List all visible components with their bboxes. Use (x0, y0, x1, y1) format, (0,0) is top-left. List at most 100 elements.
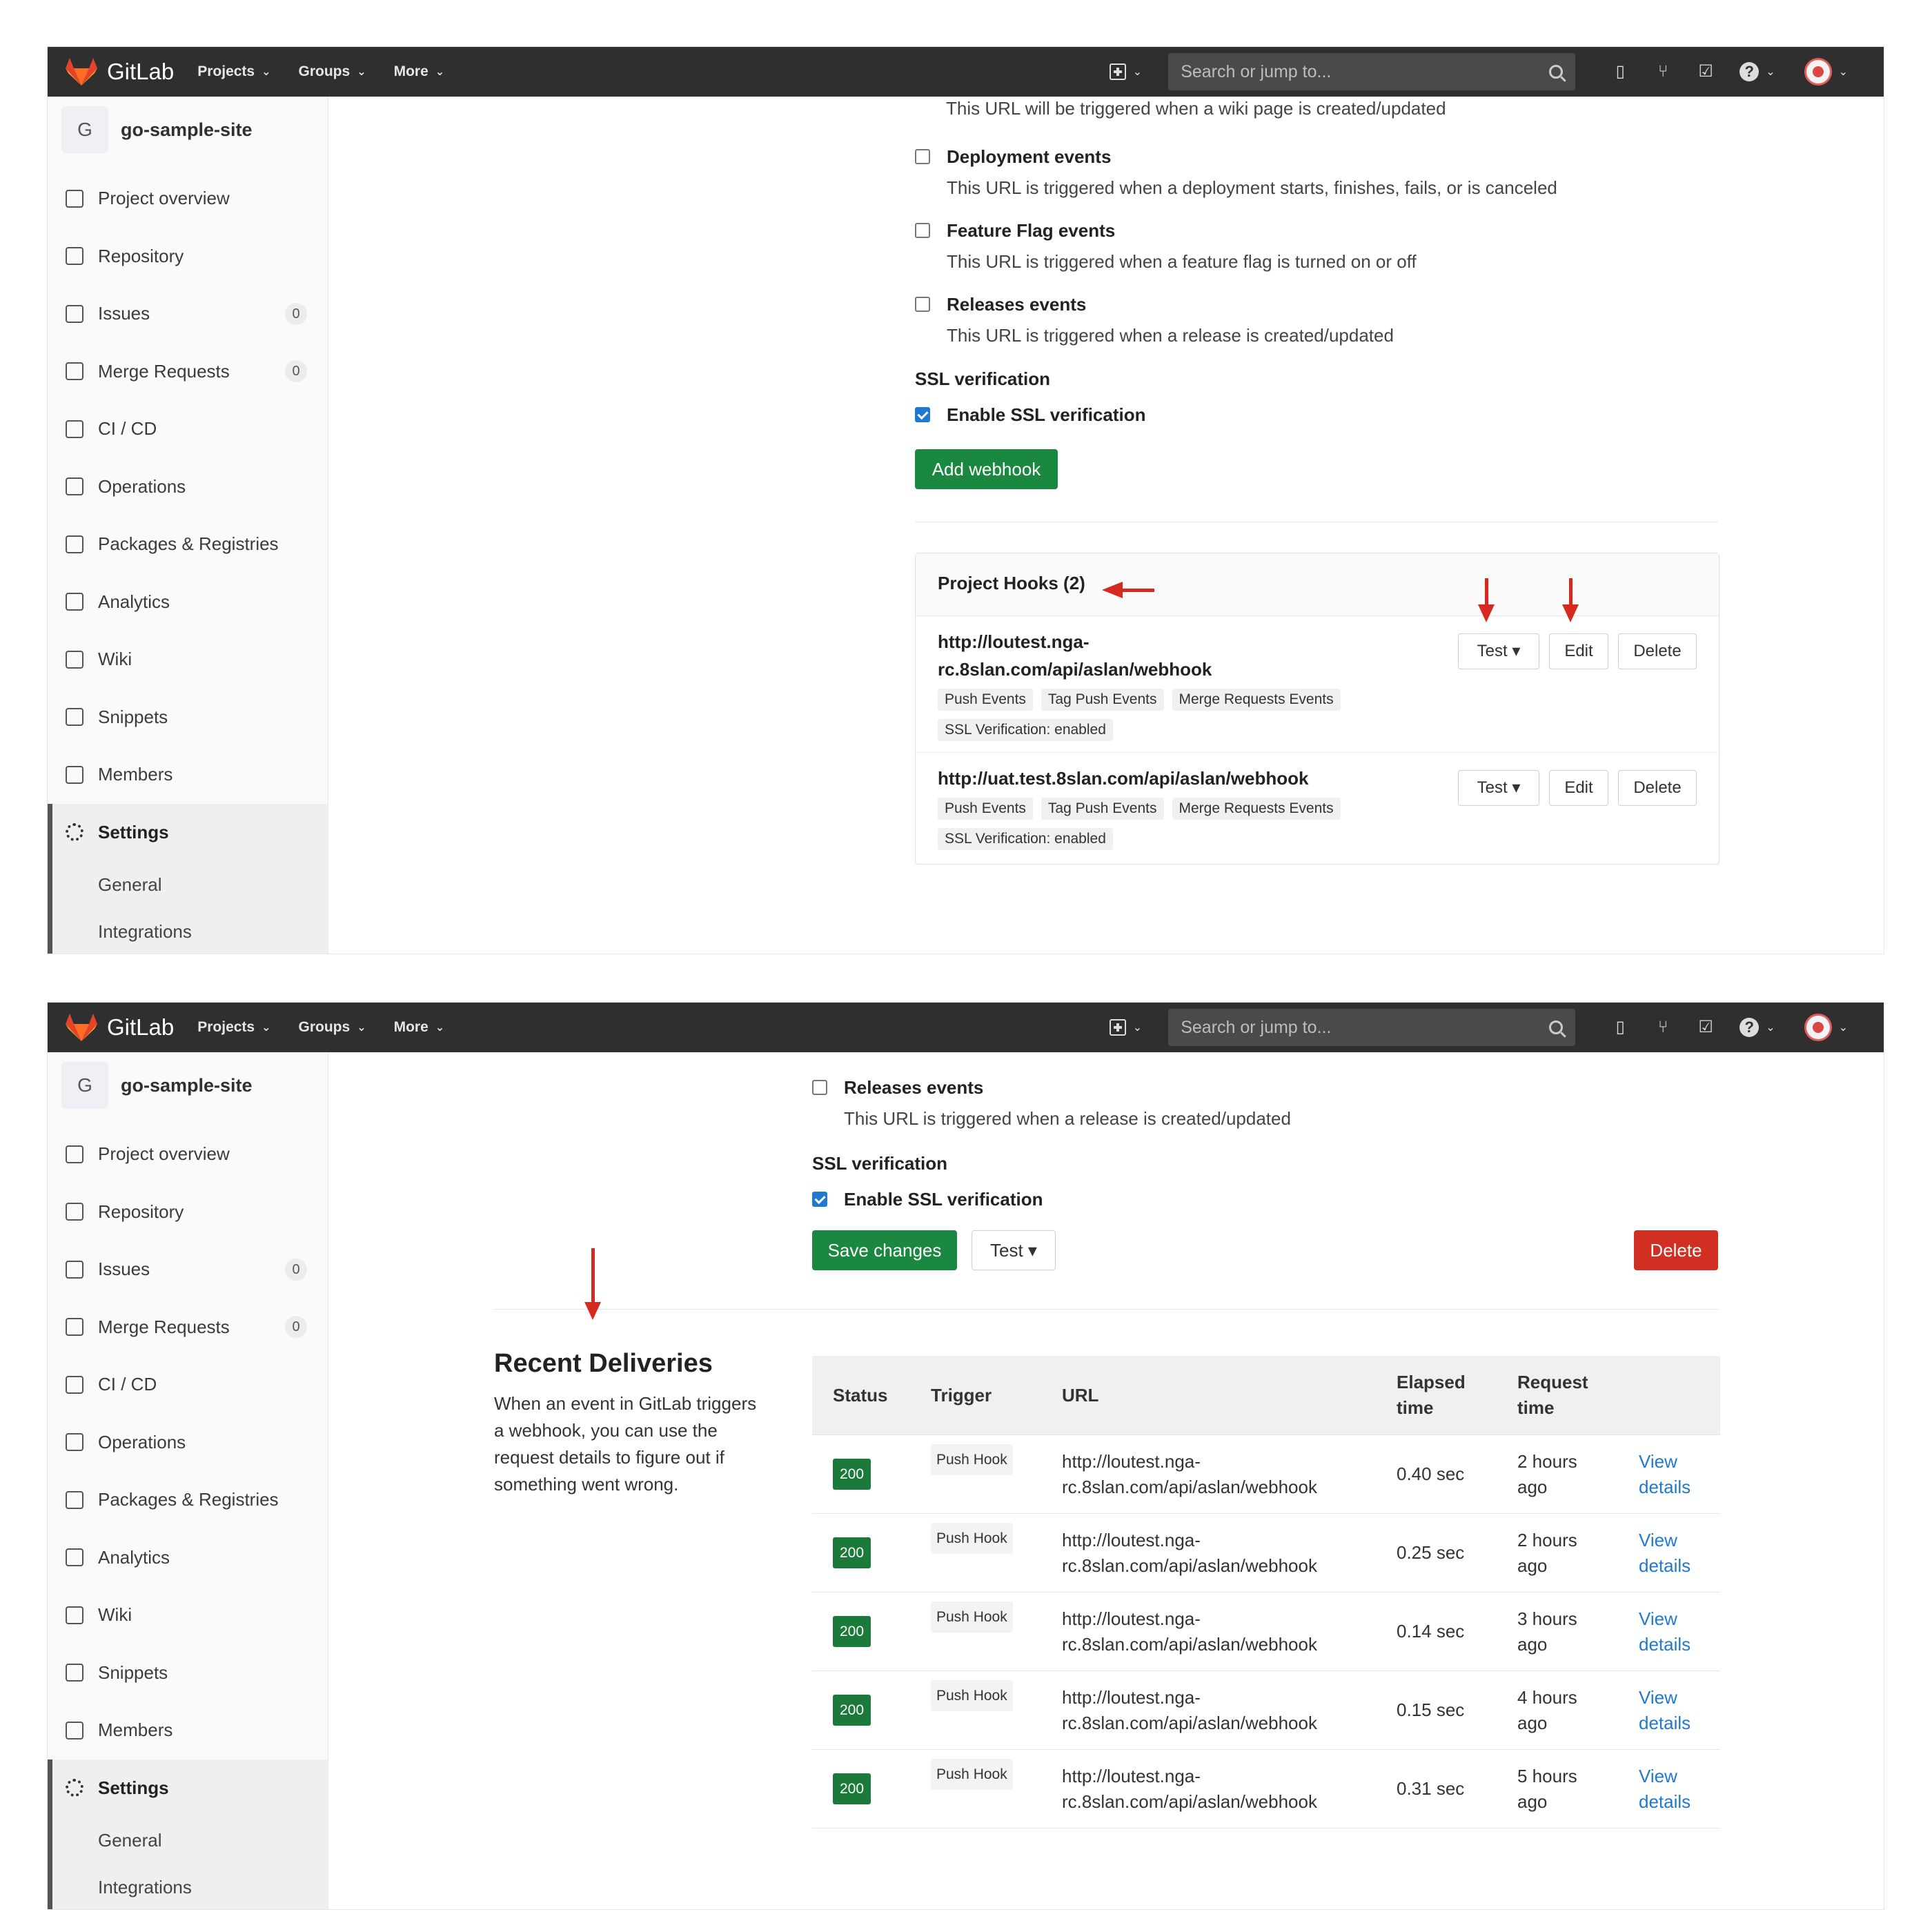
ssl-verification-checkbox[interactable] (915, 407, 930, 422)
delete-hook-button[interactable]: Delete (1634, 1230, 1718, 1270)
book-icon (66, 1203, 83, 1221)
nav-groups[interactable]: Groups ⌄ (299, 1019, 366, 1036)
sidebar-item-snippets[interactable]: Snippets (48, 689, 328, 747)
brand[interactable]: GitLab (66, 1003, 174, 1052)
user-avatar[interactable] (1804, 1014, 1832, 1041)
view-details-link[interactable]: View details (1618, 1435, 1720, 1514)
user-avatar[interactable] (1804, 58, 1832, 86)
issues-icon[interactable]: ▯ (1611, 63, 1629, 81)
status-badge: 200 (833, 1616, 871, 1647)
url-line2: rc.8slan.com/api/aslan/webhook (1062, 1633, 1317, 1655)
todo-icon[interactable]: ☑ (1697, 1018, 1715, 1036)
feature-flag-events-checkbox[interactable] (915, 223, 930, 238)
sidebar-item-settings[interactable]: Settings (48, 1759, 328, 1817)
sidebar-item-issues[interactable]: Issues 0 (48, 1241, 328, 1299)
sidebar-item-operations[interactable]: Operations (48, 1414, 328, 1472)
sidebar-item-label: Project overview (98, 188, 230, 209)
sidebar-item-label: Operations (98, 475, 186, 497)
delete-button[interactable]: Delete (1618, 633, 1697, 669)
request-time-line2: ago (1517, 1555, 1548, 1576)
save-changes-button[interactable]: Save changes (812, 1230, 957, 1270)
sidebar-item-wiki[interactable]: Wiki (48, 1586, 328, 1644)
view-details-link[interactable]: View details (1618, 1592, 1720, 1671)
sidebar-item-wiki[interactable]: Wiki (48, 631, 328, 689)
add-webhook-button[interactable]: Add webhook (915, 449, 1058, 489)
chevron-down-icon: ⌄ (1766, 66, 1775, 78)
sidebar-item-label: Wiki (98, 1604, 132, 1626)
scissors-icon (66, 1664, 83, 1682)
sidebar-item-operations[interactable]: Operations (48, 458, 328, 516)
new-dropdown[interactable]: ⌄ (1109, 63, 1143, 80)
sidebar-item-ci-cd[interactable]: CI / CD (48, 400, 328, 458)
releases-events-text: Releases events This URL is triggered wh… (947, 294, 1394, 346)
edit-button[interactable]: Edit (1549, 770, 1608, 806)
project-header[interactable]: G go-sample-site (61, 1062, 253, 1109)
delete-button[interactable]: Delete (1618, 770, 1697, 806)
sidebar-item-analytics[interactable]: Analytics (48, 1529, 328, 1587)
releases-events-desc: This URL is triggered when a release is … (844, 1108, 1291, 1129)
nav-groups[interactable]: Groups ⌄ (299, 63, 366, 80)
sidebar-item-issues[interactable]: Issues 0 (48, 285, 328, 343)
sidebar-item-repository[interactable]: Repository (48, 1183, 328, 1241)
table-row: 200 Push Hook http://loutest.nga-rc.8sla… (812, 1592, 1720, 1671)
search-input[interactable]: Search or jump to... (1168, 1009, 1576, 1046)
sidebar-item-analytics[interactable]: Analytics (48, 573, 328, 631)
sidebar-item-snippets[interactable]: Snippets (48, 1644, 328, 1702)
todo-icon[interactable]: ☑ (1697, 63, 1715, 81)
sidebar-item-ci-cd[interactable]: CI / CD (48, 1356, 328, 1414)
test-dropdown-button[interactable]: Test ▾ (972, 1230, 1056, 1270)
help-icon[interactable]: ? (1739, 1018, 1759, 1037)
merge-request-icon[interactable]: ⑂ (1654, 1018, 1672, 1036)
nav-more[interactable]: More ⌄ (394, 63, 445, 80)
sidebar-item-members[interactable]: Members (48, 1702, 328, 1759)
edit-button[interactable]: Edit (1549, 633, 1608, 669)
sidebar-subitem-general[interactable]: General (48, 861, 328, 908)
deployment-events-checkbox[interactable] (915, 149, 930, 164)
trigger-cell: Push Hook (910, 1670, 1041, 1750)
new-dropdown[interactable]: ⌄ (1109, 1019, 1142, 1036)
sidebar-item-project-overview[interactable]: Project overview (48, 170, 328, 228)
ssl-verification-checkbox[interactable] (812, 1192, 827, 1207)
releases-events-checkbox[interactable] (812, 1080, 827, 1095)
ssl-checkbox-row: Enable SSL verification (915, 404, 1146, 426)
sidebar-item-merge-requests[interactable]: Merge Requests 0 (48, 1299, 328, 1357)
merge-request-icon[interactable]: ⑂ (1654, 63, 1672, 81)
releases-events-desc: This URL is triggered when a release is … (947, 325, 1394, 346)
test-dropdown-button[interactable]: Test ▾ (1458, 770, 1539, 806)
chevron-down-icon: ⌄ (1766, 1022, 1775, 1034)
sidebar-item-label: Operations (98, 1431, 186, 1452)
view-details-link[interactable]: View details (1618, 1513, 1720, 1593)
project-header[interactable]: G go-sample-site (61, 106, 253, 153)
recent-deliveries-title: Recent Deliveries (494, 1349, 713, 1378)
sidebar-subitem-integrations[interactable]: Integrations (48, 1864, 328, 1909)
nav-more[interactable]: More ⌄ (394, 1019, 445, 1036)
screenshot-hooks-list: GitLab Projects ⌄ Groups ⌄ More ⌄ ⌄ Search … (48, 47, 1884, 954)
annotation-arrow-left (1121, 589, 1154, 592)
search-input[interactable]: Search or jump to... (1168, 53, 1576, 90)
view-details-link[interactable]: View details (1618, 1670, 1720, 1750)
sidebar-subitem-general[interactable]: General (48, 1817, 328, 1864)
sidebar-item-repository[interactable]: Repository (48, 228, 328, 286)
sidebar-subitem-integrations[interactable]: Integrations (48, 908, 328, 954)
rocket-icon (66, 1375, 83, 1394)
issues-icon[interactable]: ▯ (1611, 1018, 1629, 1036)
chevron-down-icon: ⌄ (1132, 66, 1143, 78)
test-dropdown-button[interactable]: Test ▾ (1458, 633, 1539, 669)
request-time-line1: 2 hours (1517, 1529, 1577, 1550)
brand[interactable]: GitLab (66, 47, 174, 97)
sidebar-item-members[interactable]: Members (48, 746, 328, 804)
package-icon (66, 535, 83, 553)
sidebar-item-merge-requests[interactable]: Merge Requests 0 (48, 343, 328, 401)
releases-events-checkbox[interactable] (915, 297, 930, 312)
sidebar-item-packages[interactable]: Packages & Registries (48, 515, 328, 573)
sidebar-item-packages[interactable]: Packages & Registries (48, 1471, 328, 1529)
help-icon[interactable]: ? (1739, 62, 1759, 81)
sidebar-item-project-overview[interactable]: Project overview (48, 1125, 328, 1183)
sidebar-item-settings[interactable]: Settings (48, 803, 328, 861)
event-tag: Push Events (938, 798, 1033, 820)
status-cell: 200 (812, 1670, 910, 1750)
view-details-link[interactable]: View details (1618, 1749, 1720, 1828)
divider (494, 1309, 1719, 1310)
nav-projects[interactable]: Projects ⌄ (197, 1019, 270, 1036)
nav-projects[interactable]: Projects ⌄ (197, 63, 270, 80)
